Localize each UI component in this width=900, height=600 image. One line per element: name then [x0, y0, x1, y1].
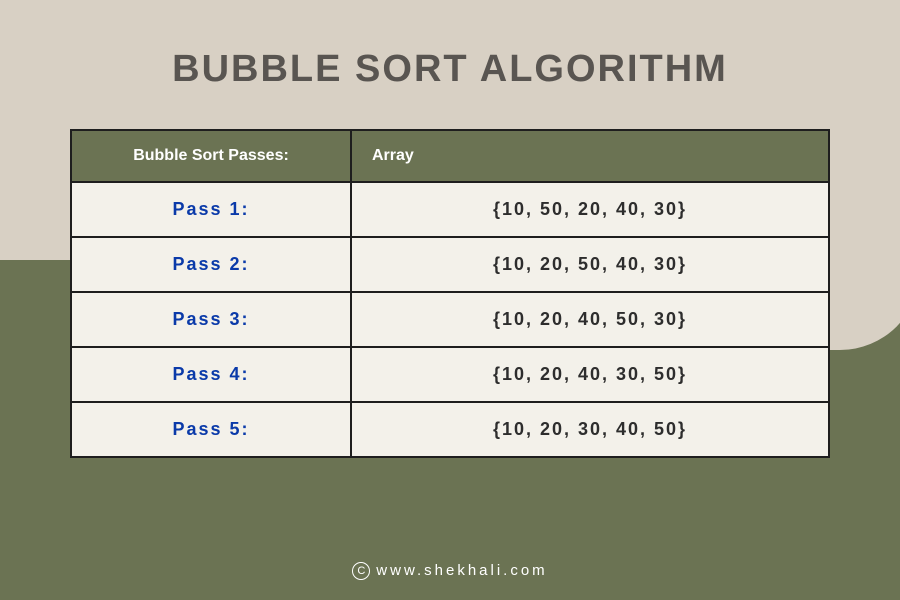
pass-label: Pass 5: [71, 402, 351, 457]
table-header-row: Bubble Sort Passes: Array [71, 130, 829, 182]
array-value: {10, 20, 40, 30, 50} [351, 347, 829, 402]
array-value: {10, 20, 40, 50, 30} [351, 292, 829, 347]
table-row: Pass 2: {10, 20, 50, 40, 30} [71, 237, 829, 292]
content-wrapper: BUBBLE SORT ALGORITHM Bubble Sort Passes… [0, 0, 900, 600]
table-row: Pass 1: {10, 50, 20, 40, 30} [71, 182, 829, 237]
array-value: {10, 20, 50, 40, 30} [351, 237, 829, 292]
table-row: Pass 5: {10, 20, 30, 40, 50} [71, 402, 829, 457]
table-row: Pass 3: {10, 20, 40, 50, 30} [71, 292, 829, 347]
table-row: Pass 4: {10, 20, 40, 30, 50} [71, 347, 829, 402]
footer-site: www.shekhali.com [376, 562, 547, 579]
header-passes: Bubble Sort Passes: [71, 130, 351, 182]
pass-label: Pass 1: [71, 182, 351, 237]
header-array: Array [351, 130, 829, 182]
copyright-icon: C [352, 562, 370, 580]
array-value: {10, 50, 20, 40, 30} [351, 182, 829, 237]
footer: Cwww.shekhali.com [0, 562, 900, 580]
pass-label: Pass 3: [71, 292, 351, 347]
pass-label: Pass 4: [71, 347, 351, 402]
pass-label: Pass 2: [71, 237, 351, 292]
page-title: BUBBLE SORT ALGORITHM [172, 48, 728, 91]
array-value: {10, 20, 30, 40, 50} [351, 402, 829, 457]
bubble-sort-table: Bubble Sort Passes: Array Pass 1: {10, 5… [70, 129, 830, 458]
